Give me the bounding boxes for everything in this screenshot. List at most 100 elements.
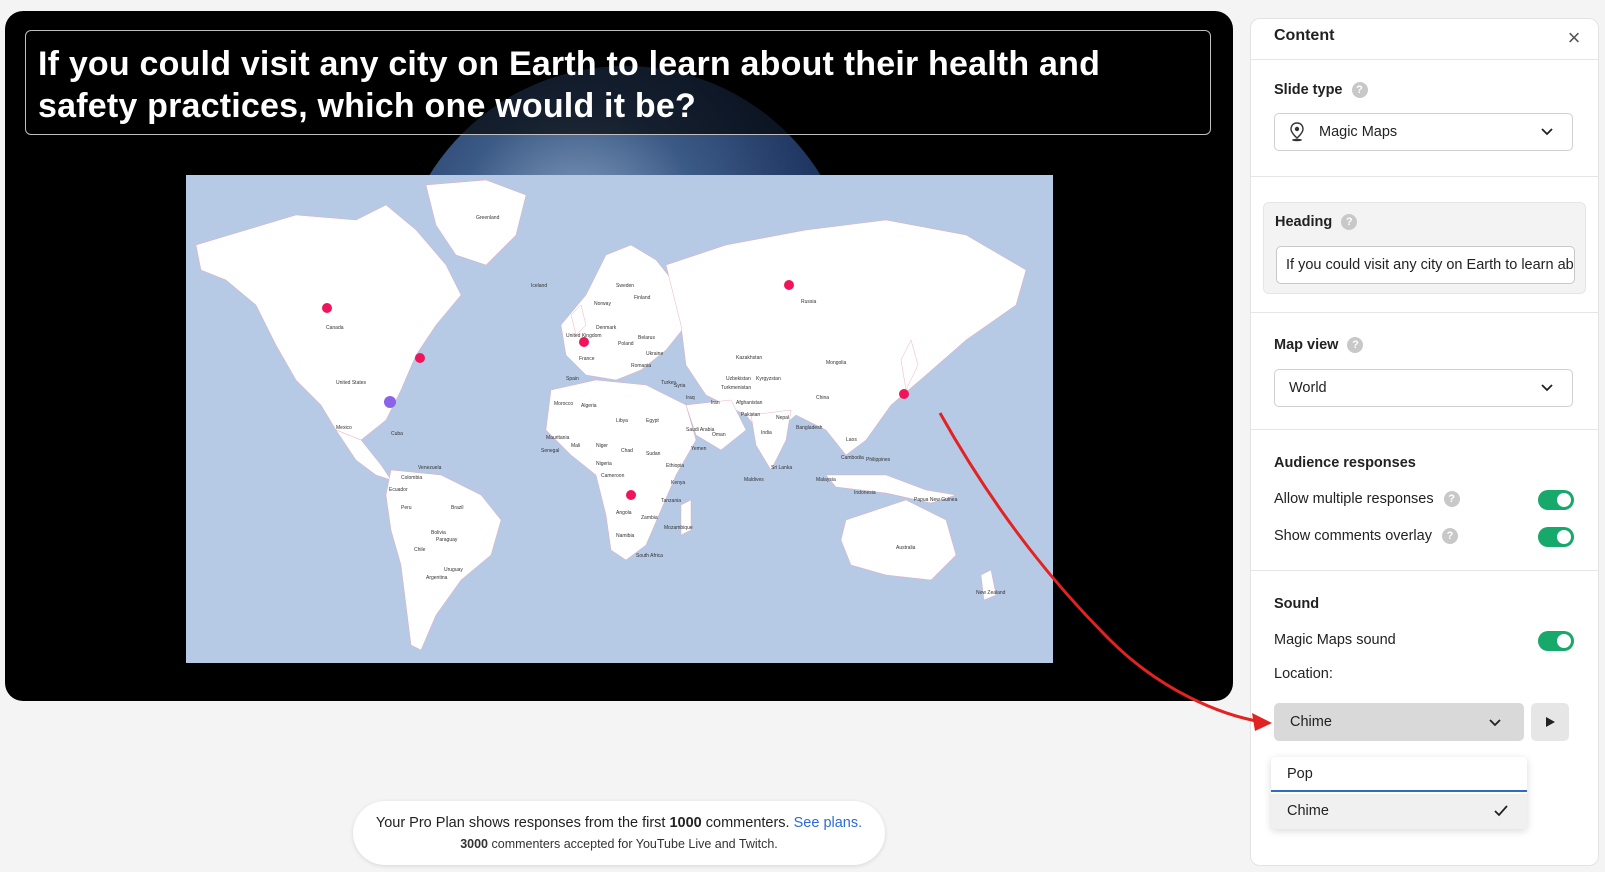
magic-maps-sound-row: Magic Maps sound	[1274, 628, 1574, 652]
allow-multiple-row: Allow multiple responses?	[1274, 487, 1574, 511]
map-country-label: Malaysia	[816, 477, 836, 483]
check-icon	[1494, 805, 1508, 817]
map-country-label: India	[761, 430, 772, 436]
map-country-label: Peru	[401, 505, 412, 511]
map-pin	[626, 490, 636, 500]
slide-type-select[interactable]: Magic Maps	[1274, 113, 1573, 151]
map-country-label: Nigeria	[596, 461, 612, 467]
audience-responses-label: Audience responses	[1274, 455, 1416, 471]
panel-title: Content	[1274, 27, 1335, 44]
map-country-label: Philippines	[866, 457, 891, 463]
heading-input[interactable]: If you could visit any city on Earth to …	[1276, 246, 1575, 284]
banner-text: commenters.	[701, 815, 794, 831]
map-country-label: Chad	[621, 448, 633, 454]
location-pin-icon	[1290, 122, 1304, 142]
map-country-label: Oman	[712, 432, 726, 438]
chevron-down-icon	[1541, 384, 1553, 392]
show-comments-row: Show comments overlay?	[1274, 524, 1574, 548]
sound-location-select[interactable]: Chime	[1274, 703, 1524, 741]
map-country-label: Nepal	[776, 415, 790, 421]
map-pin	[384, 396, 396, 408]
help-icon[interactable]: ?	[1441, 528, 1458, 544]
map-view-section: Map view ? World	[1251, 313, 1598, 430]
map-country-label: Pakistan	[741, 412, 761, 418]
sound-option-chime[interactable]: Chime	[1271, 794, 1527, 829]
slide-heading: If you could visit any city on Earth to …	[38, 45, 1101, 125]
map-country-label: New Zealand	[976, 590, 1006, 596]
map-country-label: Cuba	[391, 431, 403, 437]
allow-multiple-toggle[interactable]	[1538, 490, 1574, 510]
map-country-label: Syria	[674, 383, 686, 389]
map-country-label: Denmark	[596, 325, 617, 331]
chevron-down-icon	[1541, 128, 1553, 136]
map-country-label: Sri Lanka	[771, 465, 793, 471]
banner-line-2: 3000 commenters accepted for YouTube Liv…	[353, 837, 885, 851]
help-icon[interactable]: ?	[1351, 82, 1368, 98]
map-country-label: Bolivia	[431, 530, 446, 536]
map-country-label: Norway	[594, 301, 611, 307]
map-country-label: Canada	[326, 325, 344, 331]
map-country-label: Indonesia	[854, 490, 876, 496]
slide-type-value: Magic Maps	[1319, 124, 1398, 140]
slide-type-label-row: Slide type ?	[1274, 82, 1368, 98]
map-pin	[784, 280, 794, 290]
magic-maps-sound-toggle[interactable]	[1538, 631, 1574, 651]
map-country-label: Uzbekistan	[726, 376, 751, 382]
map-country-label: Yemen	[691, 446, 707, 452]
map-country-label: Senegal	[541, 448, 560, 454]
map-view-value: World	[1289, 380, 1327, 396]
map-country-label: Brazil	[451, 505, 464, 511]
sound-selected-value: Chime	[1290, 714, 1332, 730]
map-country-label: Kenya	[671, 480, 686, 486]
map-country-label: Greenland	[476, 215, 500, 221]
world-map: Greenland Canada United States Mexico Cuba Co…	[186, 175, 1053, 663]
map-country-label: Chile	[414, 547, 426, 553]
map-country-label: Iran	[711, 400, 720, 406]
map-country-label: Kazakhstan	[736, 355, 763, 361]
map-country-label: Uruguay	[444, 567, 463, 573]
help-icon[interactable]: ?	[1347, 337, 1364, 353]
map-pin	[415, 353, 425, 363]
map-country-label: Mozambique	[664, 525, 693, 531]
map-country-label: Mexico	[336, 425, 352, 431]
map-country-label: China	[816, 395, 830, 401]
map-country-label: Namibia	[616, 533, 635, 539]
map-country-label: Laos	[846, 437, 857, 443]
map-country-label: South Africa	[636, 553, 663, 559]
map-view-label-row: Map view ?	[1274, 337, 1364, 353]
map-country-label: Venezuela	[418, 465, 442, 471]
map-view-label: Map view	[1274, 337, 1339, 353]
sound-label: Sound	[1274, 596, 1320, 612]
close-icon[interactable]: ×	[1564, 27, 1584, 49]
play-sound-button[interactable]	[1531, 703, 1569, 741]
panel-header: Content ×	[1251, 19, 1598, 60]
map-country-label: United States	[336, 380, 367, 386]
map-country-label: Paraguay	[436, 537, 458, 543]
map-country-label: United Kingdom	[566, 333, 602, 339]
map-country-label: Cambodia	[841, 455, 864, 461]
sound-option-chime-label: Chime	[1287, 803, 1329, 819]
help-icon[interactable]: ?	[1443, 491, 1460, 507]
map-view-select[interactable]: World	[1274, 369, 1573, 407]
map-country-label: Bangladesh	[796, 425, 823, 431]
map-country-label: Niger	[596, 443, 608, 449]
map-country-label: Mongolia	[826, 360, 847, 366]
sound-option-pop[interactable]: Pop	[1271, 757, 1527, 792]
see-plans-link[interactable]: See plans.	[794, 815, 863, 831]
map-country-label: Australia	[896, 545, 916, 551]
map-country-label: Ecuador	[389, 487, 408, 493]
map-country-label: Afghanistan	[736, 400, 763, 406]
banner-line-1: Your Pro Plan shows responses from the f…	[353, 815, 885, 831]
sound-options-dropdown: Pop Chime	[1271, 757, 1527, 829]
map-country-label: Argentina	[426, 575, 448, 581]
map-pin	[322, 303, 332, 313]
map-country-label: Iceland	[531, 283, 548, 289]
map-country-label: Angola	[616, 510, 632, 516]
map-country-label: Cameroon	[601, 473, 625, 479]
play-icon	[1546, 717, 1555, 727]
map-country-label: Libya	[616, 418, 628, 424]
help-icon[interactable]: ?	[1341, 214, 1358, 230]
map-country-label: Poland	[618, 341, 634, 347]
slide-heading-box: If you could visit any city on Earth to …	[25, 30, 1211, 135]
show-comments-toggle[interactable]	[1538, 527, 1574, 547]
